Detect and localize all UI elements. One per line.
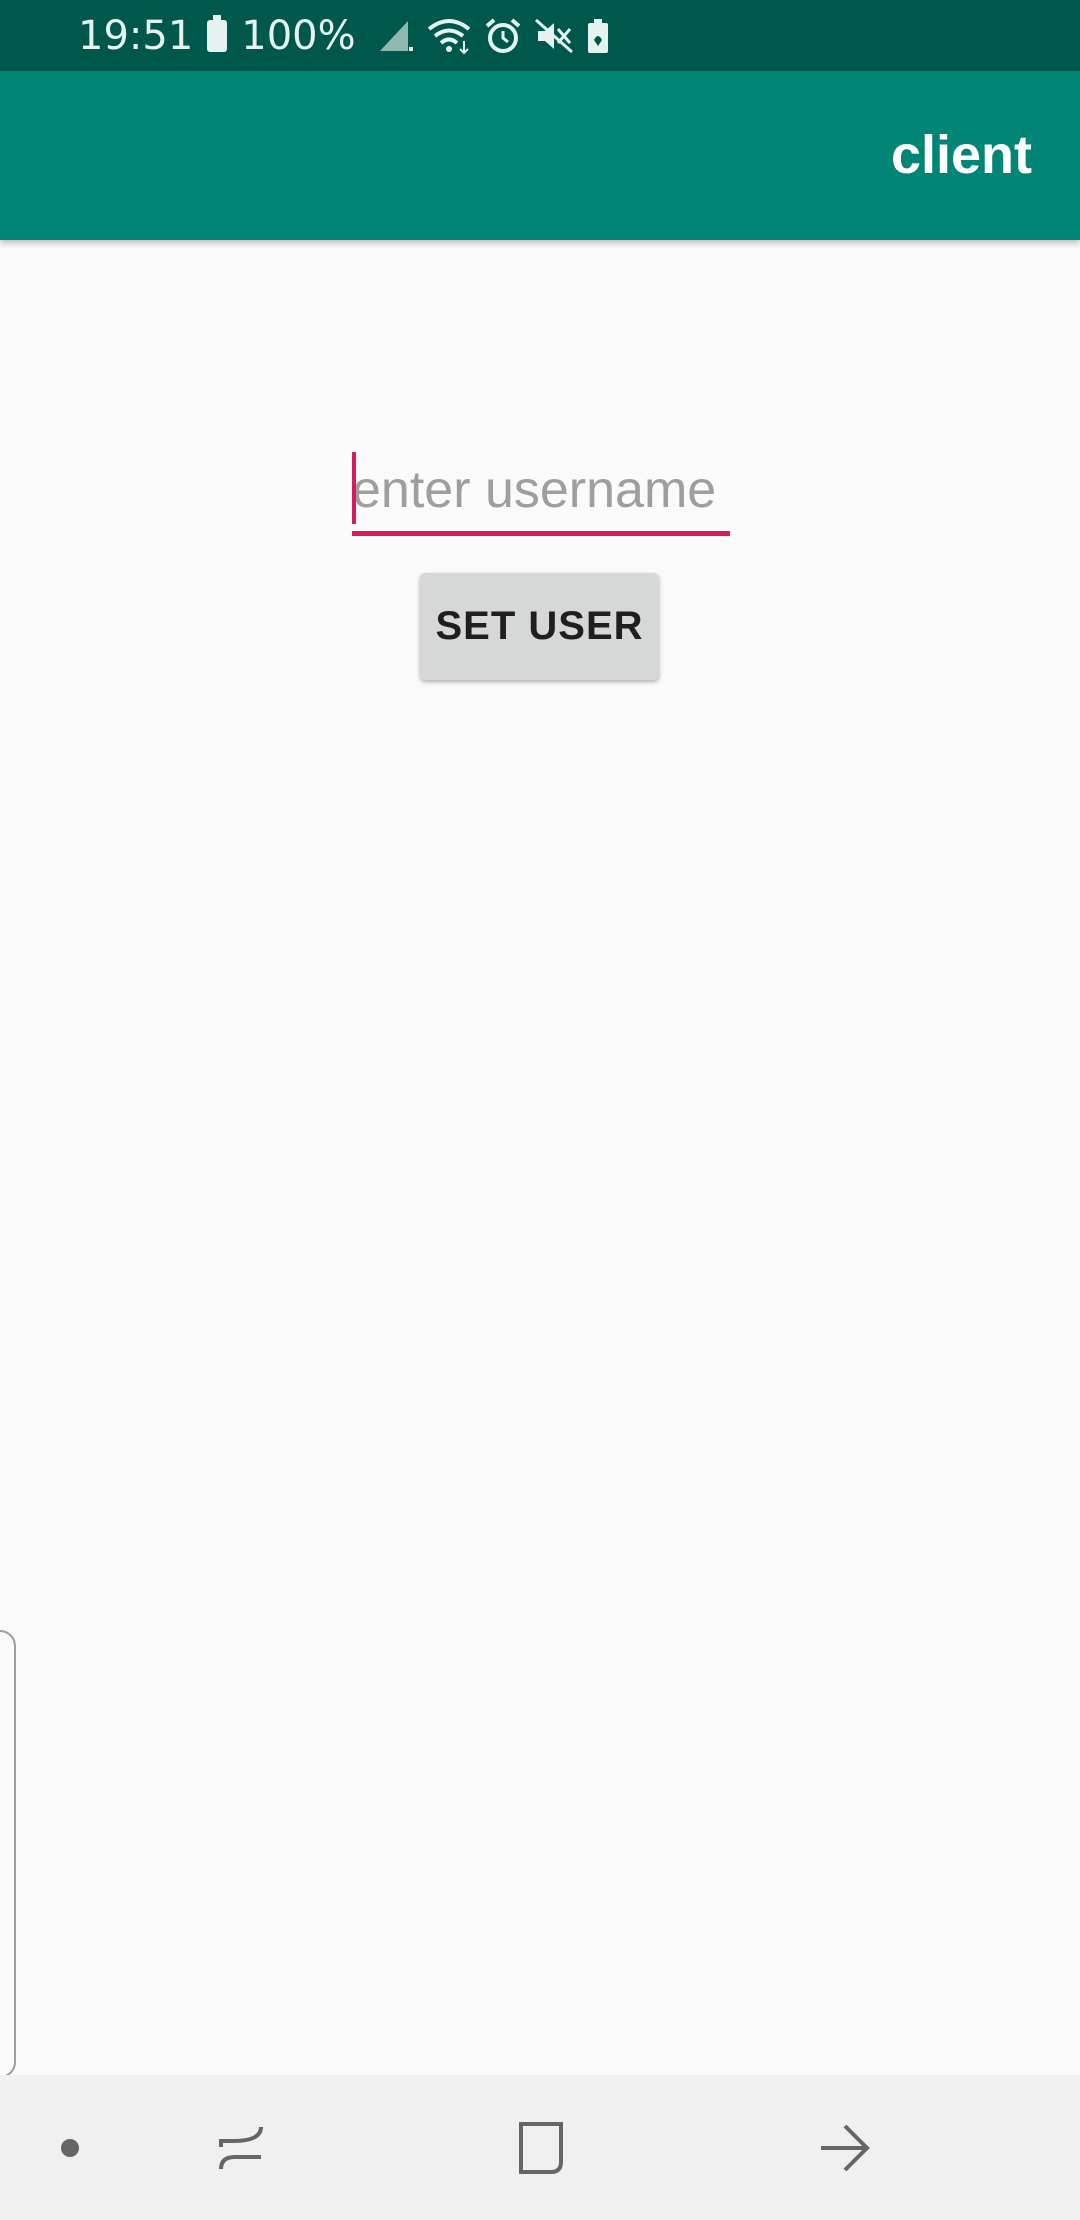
status-bar: 19:51 100%	[0, 0, 1080, 71]
navigation-bar	[0, 2075, 1080, 2220]
mute-icon	[534, 18, 573, 53]
username-underline	[352, 531, 730, 536]
app-bar: client	[0, 71, 1080, 240]
home-button[interactable]	[490, 2075, 590, 2220]
text-caret	[352, 452, 356, 524]
status-icons	[378, 17, 610, 55]
username-input[interactable]	[352, 448, 730, 532]
wifi-icon	[427, 18, 470, 54]
nav-dot-button[interactable]	[30, 2075, 110, 2220]
alarm-icon	[485, 17, 520, 53]
battery-icon	[207, 14, 228, 52]
status-battery: 100%	[241, 12, 356, 59]
app-title: client	[890, 125, 1032, 185]
username-field[interactable]	[352, 448, 730, 536]
status-time: 19:51	[78, 12, 194, 59]
battery-saver-icon	[587, 18, 608, 53]
home-icon	[519, 2121, 563, 2174]
back-icon	[821, 2124, 870, 2171]
status-left: 19:51 100%	[78, 0, 610, 71]
edge-panel-handle[interactable]	[0, 1630, 16, 2078]
set-user-button[interactable]: SET USER	[420, 573, 659, 680]
nav-dot-icon	[61, 2138, 79, 2157]
recents-button[interactable]	[190, 2075, 290, 2220]
signal-icon	[379, 20, 413, 51]
recents-icon	[219, 2126, 263, 2169]
back-button[interactable]	[790, 2075, 900, 2220]
